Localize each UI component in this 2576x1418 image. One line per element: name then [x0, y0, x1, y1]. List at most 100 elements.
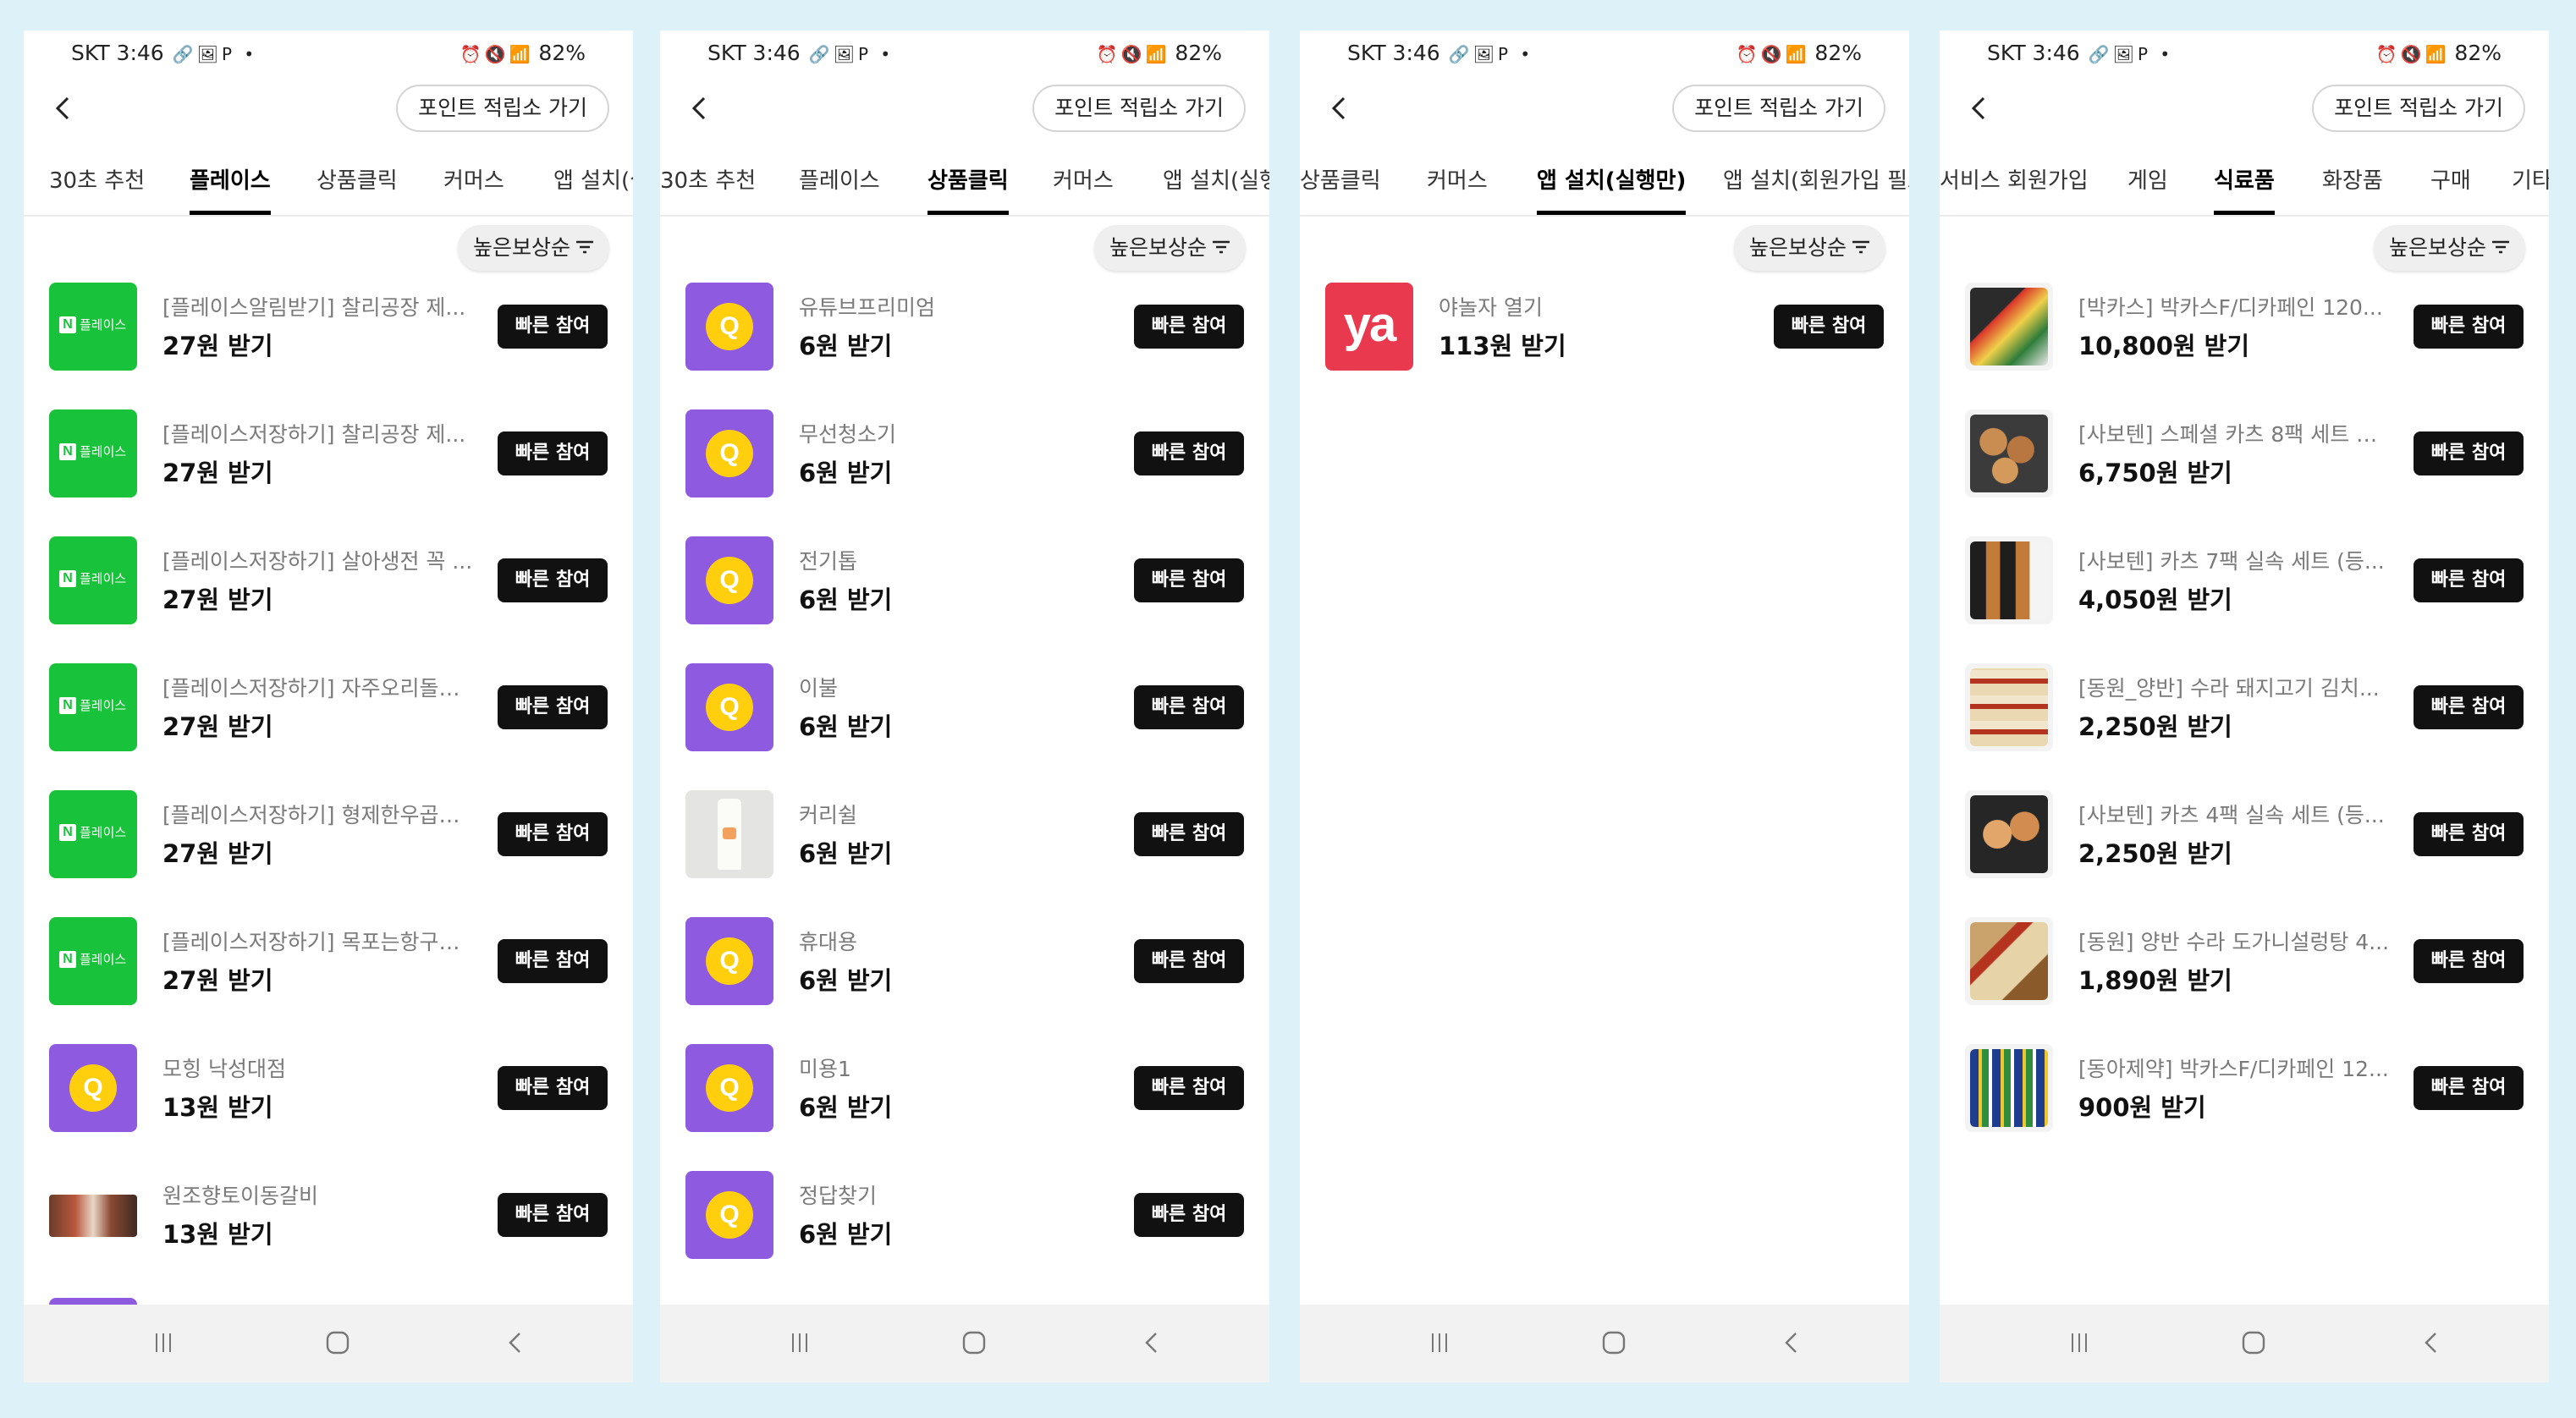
tab-commerce[interactable]: 커머스 — [1427, 157, 1488, 215]
quick-join-button[interactable]: 빠른 참여 — [2414, 812, 2524, 856]
recent-apps-icon[interactable] — [151, 1330, 176, 1355]
quick-join-button[interactable]: 빠른 참여 — [2414, 939, 2524, 983]
list-item[interactable]: Q 유튜브프리미엄 6원 받기 빠른 참여 — [660, 283, 1269, 409]
system-icons: ⏰🔇📶 — [2375, 44, 2450, 64]
tab-30sec-recommend[interactable]: 30초 추천 — [49, 157, 145, 215]
list-item[interactable]: [동아제약] 박카스F/디카페인 12... 900원 받기 빠른 참여 — [1940, 1044, 2549, 1171]
tab-app-install-run[interactable]: 앱 설치(실행만) — [1537, 157, 1687, 215]
tab-30sec-recommend[interactable]: 30초 추천 — [660, 157, 756, 215]
quick-join-button[interactable]: 빠른 참여 — [1134, 1193, 1244, 1237]
tab-service-signup[interactable]: 서비스 회원가입 — [1940, 157, 2089, 215]
list-item[interactable]: N 플레이스 [플레이스저장하기] 찰리공장 제... 27원 받기 빠른 참여 — [24, 409, 633, 536]
quick-join-button[interactable]: 빠른 참여 — [498, 1066, 608, 1110]
quick-join-button[interactable]: 빠른 참여 — [2414, 558, 2524, 602]
point-shop-button[interactable]: 포인트 적립소 가기 — [2312, 85, 2525, 132]
list-item[interactable]: 커리쉴 6원 받기 빠른 참여 — [660, 790, 1269, 917]
nav-back-icon[interactable] — [503, 1330, 528, 1355]
quick-join-button[interactable]: 빠른 참여 — [1134, 939, 1244, 983]
notification-icons: 🔗🖼P • — [808, 44, 894, 64]
point-shop-button[interactable]: 포인트 적립소 가기 — [1672, 85, 1885, 132]
list-item[interactable]: 원조향토이동갈비 13원 받기 빠른 참여 — [24, 1171, 633, 1298]
tab-product-click[interactable]: 상품클릭 — [316, 157, 398, 215]
back-arrow-icon[interactable] — [1324, 91, 1357, 125]
quick-join-button[interactable]: 빠른 참여 — [498, 1193, 608, 1237]
quick-join-button[interactable]: 빠른 참여 — [1134, 431, 1244, 475]
list-item[interactable]: Q 미용1 6원 받기 빠른 참여 — [660, 1044, 1269, 1171]
list-item[interactable]: N 플레이스 [플레이스저장하기] 자주오리돌판... 27원 받기 빠른 참여 — [24, 663, 633, 790]
quick-join-button[interactable]: 빠른 참여 — [1134, 558, 1244, 602]
list-item[interactable]: [사보텐] 스페셜 카츠 8팩 세트 오... 6,750원 받기 빠른 참여 — [1940, 409, 2549, 536]
quick-join-button[interactable]: 빠른 참여 — [498, 305, 608, 349]
battery-level: 82% — [538, 41, 586, 65]
home-icon[interactable] — [961, 1330, 987, 1355]
back-arrow-icon[interactable] — [684, 91, 718, 125]
tab-commerce[interactable]: 커머스 — [443, 157, 504, 215]
home-icon[interactable] — [1601, 1330, 1627, 1355]
tab-product-click[interactable]: 상품클릭 — [1300, 157, 1381, 215]
recent-apps-icon[interactable] — [787, 1330, 812, 1355]
nav-back-icon[interactable] — [1779, 1330, 1804, 1355]
quick-join-button[interactable]: 빠른 참여 — [2414, 685, 2524, 729]
tab-purchase[interactable]: 구매 — [2430, 157, 2471, 215]
tab-game[interactable]: 게임 — [2127, 157, 2168, 215]
tab-grocery[interactable]: 식료품 — [2214, 157, 2275, 215]
list-item[interactable]: N 플레이스 [플레이스저장하기] 형제한우곱창... 27원 받기 빠른 참여 — [24, 790, 633, 917]
home-icon[interactable] — [325, 1330, 350, 1355]
tab-etc[interactable]: 기타 — [2512, 157, 2549, 215]
tab-app-install-signup[interactable]: 앱 설치(회원가입 필요) — [1723, 157, 1909, 215]
item-title: [플레이스저장하기] 형제한우곱창... — [162, 803, 476, 827]
quick-join-button[interactable]: 빠른 참여 — [2414, 1066, 2524, 1110]
quick-join-button[interactable]: 빠른 참여 — [1134, 812, 1244, 856]
list-item[interactable]: [동원] 양반 수라 도가니설렁탕 4... 1,890원 받기 빠른 참여 — [1940, 917, 2549, 1044]
recent-apps-icon[interactable] — [2067, 1330, 2092, 1355]
list-item[interactable]: Q 이불 6원 받기 빠른 참여 — [660, 663, 1269, 790]
quick-join-button[interactable]: 빠른 참여 — [1134, 305, 1244, 349]
tab-product-click[interactable]: 상품클릭 — [927, 157, 1009, 215]
list-item[interactable]: [박카스] 박카스F/디카페인 120... 10,800원 받기 빠른 참여 — [1940, 283, 2549, 409]
list-item[interactable]: Q 정답찾기 6원 받기 빠른 참여 — [660, 1171, 1269, 1298]
item-reward: 6원 받기 — [799, 585, 893, 614]
quick-join-button[interactable]: 빠른 참여 — [1134, 685, 1244, 729]
recent-apps-icon[interactable] — [1427, 1330, 1452, 1355]
list-item[interactable]: Q 휴대용 6원 받기 빠른 참여 — [660, 917, 1269, 1044]
point-shop-button[interactable]: 포인트 적립소 가기 — [1032, 85, 1246, 132]
quick-join-button[interactable]: 빠른 참여 — [2414, 431, 2524, 475]
item-title: [사보텐] 카츠 7팩 실속 세트 (등... — [2078, 549, 2385, 574]
list-item[interactable]: [동원_양반] 수라 돼지고기 김치... 2,250원 받기 빠른 참여 — [1940, 663, 2549, 790]
list-item[interactable]: [사보텐] 카츠 4팩 실속 세트 (등... 2,250원 받기 빠른 참여 — [1940, 790, 2549, 917]
nav-back-icon[interactable] — [1139, 1330, 1164, 1355]
tab-commerce[interactable]: 커머스 — [1053, 157, 1114, 215]
point-shop-button[interactable]: 포인트 적립소 가기 — [396, 85, 609, 132]
sort-button[interactable]: 높은보상순 — [1733, 225, 1885, 271]
list-item[interactable]: N 플레이스 [플레이스알림받기] 찰리공장 제... 27원 받기 빠른 참여 — [24, 283, 633, 409]
tab-place[interactable]: 플레이스 — [190, 157, 271, 215]
q-coin-icon: Q — [49, 1044, 137, 1132]
sort-button[interactable]: 높은보상순 — [457, 225, 609, 271]
item-title: 모힝 낙성대점 — [162, 1057, 286, 1081]
tab-place[interactable]: 플레이스 — [799, 157, 880, 215]
nav-back-icon[interactable] — [2419, 1330, 2444, 1355]
tab-cosmetics[interactable]: 화장품 — [2322, 157, 2383, 215]
quick-join-button[interactable]: 빠른 참여 — [498, 431, 608, 475]
list-item[interactable]: ya 야놀자 열기 113원 받기 빠른 참여 — [1300, 283, 1909, 409]
list-item[interactable]: Q 모힝 낙성대점 13원 받기 빠른 참여 — [24, 1044, 633, 1171]
home-icon[interactable] — [2241, 1330, 2266, 1355]
quick-join-button[interactable]: 빠른 참여 — [498, 685, 608, 729]
sort-button[interactable]: 높은보상순 — [1093, 225, 1246, 271]
list-item[interactable]: N 플레이스 [플레이스저장하기] 목포는항구다... 27원 받기 빠른 참여 — [24, 917, 633, 1044]
list-item[interactable]: [사보텐] 카츠 7팩 실속 세트 (등... 4,050원 받기 빠른 참여 — [1940, 536, 2549, 663]
quick-join-button[interactable]: 빠른 참여 — [2414, 305, 2524, 349]
quick-join-button[interactable]: 빠른 참여 — [498, 939, 608, 983]
quick-join-button[interactable]: 빠른 참여 — [1134, 1066, 1244, 1110]
quick-join-button[interactable]: 빠른 참여 — [498, 812, 608, 856]
quick-join-button[interactable]: 빠른 참여 — [498, 558, 608, 602]
back-arrow-icon[interactable] — [1963, 91, 1997, 125]
back-arrow-icon[interactable] — [47, 91, 81, 125]
tab-app-install-run[interactable]: 앱 설치(실행만) — [1163, 157, 1269, 215]
quick-join-button[interactable]: 빠른 참여 — [1774, 305, 1884, 349]
tab-app-install-run[interactable]: 앱 설치(실행만) — [553, 157, 633, 215]
sort-button[interactable]: 높은보상순 — [2373, 225, 2525, 271]
list-item[interactable]: Q 무선청소기 6원 받기 빠른 참여 — [660, 409, 1269, 536]
list-item[interactable]: Q 전기톱 6원 받기 빠른 참여 — [660, 536, 1269, 663]
list-item[interactable]: N 플레이스 [플레이스저장하기] 살아생전 꼭 ... 27원 받기 빠른 참여 — [24, 536, 633, 663]
